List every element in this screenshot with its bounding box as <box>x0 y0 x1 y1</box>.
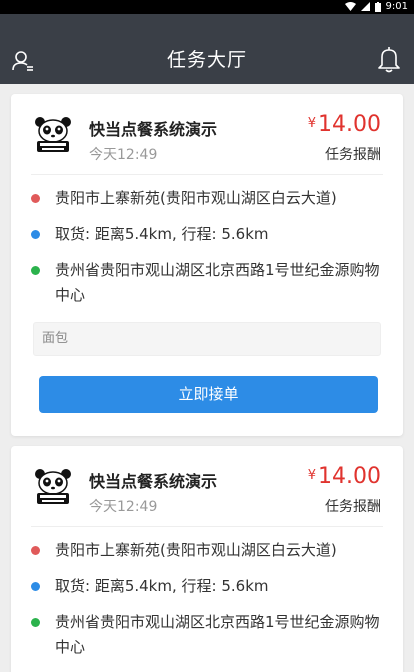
task-price: ¥14.00 <box>308 464 381 489</box>
delivery-address-row: 贵州省贵阳市观山湖区北京西路1号世纪金源购物中心 <box>31 258 383 308</box>
status-bar: 9:01 <box>0 0 414 14</box>
price-amount: 14.00 <box>318 112 381 137</box>
wifi-icon <box>344 2 356 11</box>
order-time: 今天12:49 <box>89 499 158 515</box>
distance-row: 取货: 距离5.4km, 行程: 5.6km <box>31 574 383 599</box>
delivery-dot-icon <box>31 618 40 627</box>
order-time: 今天12:49 <box>89 147 158 163</box>
task-list[interactable]: 快当点餐系统演示 今天12:49 ¥14.00 任务报酬 贵阳市上寨新苑(贵阳市… <box>0 84 414 672</box>
signal-icon <box>360 2 370 11</box>
shop-logo <box>31 114 75 158</box>
pickup-address: 贵阳市上寨新苑(贵阳市观山湖区白云大道) <box>55 189 337 207</box>
accept-order-button[interactable]: 立即接单 <box>39 376 378 413</box>
pickup-address-row: 贵阳市上寨新苑(贵阳市观山湖区白云大道) <box>31 538 383 563</box>
shop-name: 快当点餐系统演示 <box>89 472 218 491</box>
distance-dot-icon <box>31 230 40 239</box>
price-label: 任务报酬 <box>325 147 381 163</box>
price-amount: 14.00 <box>318 464 381 489</box>
divider <box>31 526 383 527</box>
shop-logo <box>31 466 75 510</box>
divider <box>31 174 383 175</box>
bell-icon <box>378 47 400 73</box>
shop-name: 快当点餐系统演示 <box>89 120 218 139</box>
page-title: 任务大厅 <box>166 49 247 71</box>
pickup-address-row: 贵阳市上寨新苑(贵阳市观山湖区白云大道) <box>31 186 383 211</box>
battery-icon <box>374 1 381 12</box>
task-card: 快当点餐系统演示 今天12:49 ¥14.00 任务报酬 贵阳市上寨新苑(贵阳市… <box>11 446 403 672</box>
currency-symbol: ¥ <box>307 468 317 483</box>
delivery-address: 贵州省贵阳市观山湖区北京西路1号世纪金源购物中心 <box>55 613 380 656</box>
pickup-dot-icon <box>31 546 40 555</box>
price-label: 任务报酬 <box>325 499 381 515</box>
order-note-field[interactable]: 面包 <box>33 322 381 356</box>
pickup-address: 贵阳市上寨新苑(贵阳市观山湖区白云大道) <box>55 541 337 559</box>
distance-text: 取货: 距离5.4km, 行程: 5.6km <box>55 225 269 243</box>
distance-dot-icon <box>31 582 40 591</box>
distance-text: 取货: 距离5.4km, 行程: 5.6km <box>55 577 269 595</box>
notifications-button[interactable] <box>374 44 404 74</box>
app-header: 任务大厅 <box>0 14 414 84</box>
pickup-dot-icon <box>31 194 40 203</box>
delivery-address-row: 贵州省贵阳市观山湖区北京西路1号世纪金源购物中心 <box>31 610 383 660</box>
status-time: 9:01 <box>385 1 408 12</box>
status-icons: 9:01 <box>344 1 408 12</box>
task-card: 快当点餐系统演示 今天12:49 ¥14.00 任务报酬 贵阳市上寨新苑(贵阳市… <box>11 94 403 436</box>
task-price: ¥14.00 <box>308 112 381 137</box>
delivery-address: 贵州省贵阳市观山湖区北京西路1号世纪金源购物中心 <box>55 261 380 304</box>
distance-row: 取货: 距离5.4km, 行程: 5.6km <box>31 222 383 247</box>
delivery-dot-icon <box>31 266 40 275</box>
currency-symbol: ¥ <box>307 116 317 131</box>
